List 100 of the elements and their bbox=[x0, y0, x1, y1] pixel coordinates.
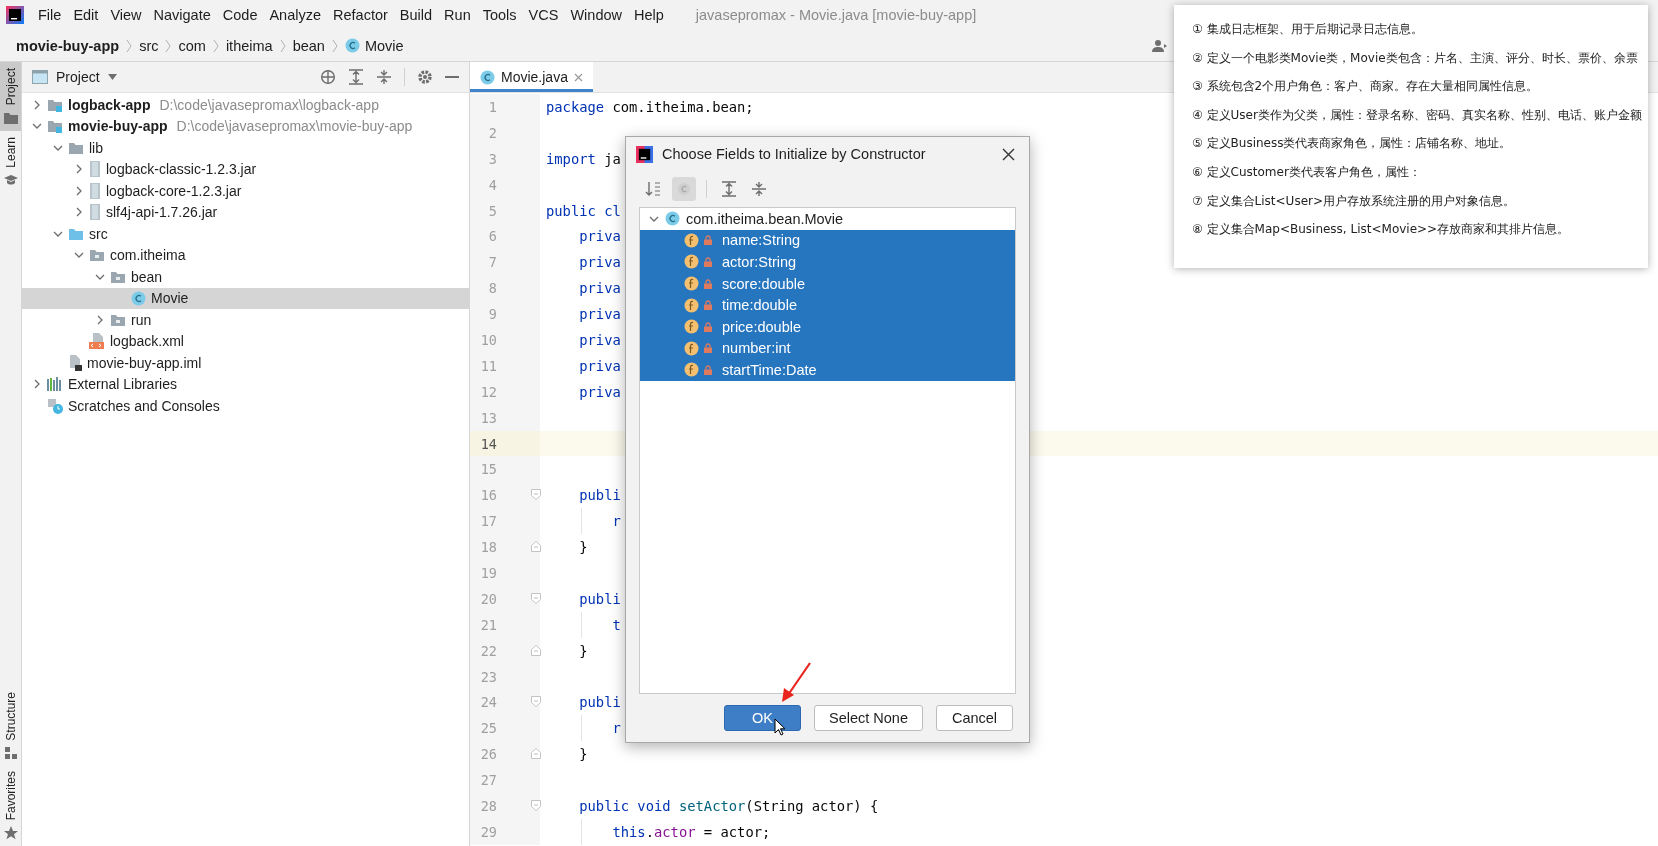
field-item[interactable]: startTime:Date bbox=[640, 359, 1015, 381]
tree-item[interactable]: bean bbox=[22, 266, 469, 288]
line-number: 2 bbox=[487, 124, 497, 141]
package-icon bbox=[89, 248, 105, 263]
field-item[interactable]: name:String bbox=[640, 229, 1015, 252]
chevron-icon bbox=[165, 38, 172, 53]
locate-icon[interactable] bbox=[320, 69, 336, 85]
breadcrumb-item[interactable]: Movie bbox=[338, 37, 410, 54]
menu-item[interactable]: Build bbox=[393, 7, 439, 23]
breadcrumb-item[interactable]: bean bbox=[286, 37, 331, 54]
field-icon bbox=[684, 232, 699, 248]
menu-item[interactable]: Run bbox=[438, 7, 477, 23]
chevron-icon[interactable] bbox=[95, 314, 105, 325]
tree-item[interactable]: logback-app D:\code\javasepromax\logback-app bbox=[22, 94, 469, 116]
tool-window-tab[interactable]: Learn bbox=[0, 131, 21, 193]
source-folder-icon bbox=[68, 226, 84, 241]
field-item[interactable]: score:double bbox=[640, 272, 1015, 295]
panel-title[interactable]: Project bbox=[56, 69, 100, 85]
field-item[interactable]: time:double bbox=[640, 294, 1015, 316]
line-number: 16 bbox=[479, 487, 497, 504]
code-line: priva bbox=[578, 228, 621, 245]
folder-icon bbox=[68, 140, 84, 155]
tool-window-tab[interactable]: Structure bbox=[0, 685, 21, 765]
expand-all-icon[interactable] bbox=[348, 69, 364, 85]
menu-item[interactable]: Refactor bbox=[327, 7, 394, 23]
tree-item[interactable]: Movie bbox=[22, 287, 469, 309]
collapse-all-icon[interactable] bbox=[376, 69, 392, 85]
folder-icon bbox=[2, 111, 19, 126]
chevron-icon[interactable] bbox=[74, 185, 84, 196]
chevron-icon[interactable] bbox=[32, 379, 42, 390]
user-icon[interactable] bbox=[1152, 38, 1168, 53]
class-filter-icon bbox=[677, 182, 691, 196]
lock-icon bbox=[704, 343, 712, 354]
tree-item[interactable]: Scratches and Consoles bbox=[22, 395, 469, 417]
field-icon bbox=[684, 319, 699, 335]
tree-item[interactable]: lib bbox=[22, 137, 469, 159]
chevron-icon bbox=[279, 38, 286, 53]
line-number: 24 bbox=[479, 694, 497, 711]
note-line: ⑦ 定义集合List<User>用户存放系统注册的用户对象信息。 bbox=[1192, 192, 1516, 210]
tree-item[interactable]: logback.xml bbox=[22, 330, 469, 352]
tool-window-tab[interactable]: Favorites bbox=[0, 764, 21, 846]
breadcrumb-item[interactable]: com bbox=[172, 37, 212, 54]
line-number: 15 bbox=[479, 461, 497, 478]
class-icon bbox=[344, 38, 360, 53]
tree-item[interactable]: run bbox=[22, 309, 469, 331]
line-number: 22 bbox=[479, 642, 497, 659]
menu-item[interactable]: VCS bbox=[522, 7, 565, 23]
chevron-icon[interactable] bbox=[74, 164, 84, 175]
line-number: 1 bbox=[487, 98, 497, 115]
class-icon bbox=[131, 290, 146, 306]
tree-item[interactable]: movie-buy-app D:\code\javasepromax\movie-buy-app bbox=[22, 115, 469, 137]
note-line: ① 集成日志框架、用于后期记录日志信息。 bbox=[1192, 21, 1424, 38]
breadcrumb-item[interactable]: itheima bbox=[219, 37, 279, 54]
chevron-icon[interactable] bbox=[74, 207, 84, 218]
class-icon bbox=[480, 69, 495, 85]
menu-item[interactable]: View bbox=[104, 7, 148, 23]
menu-item[interactable]: Help bbox=[628, 7, 670, 23]
dialog-button[interactable]: Cancel bbox=[936, 705, 1013, 731]
menu-item[interactable]: Window bbox=[564, 7, 628, 23]
menu-item[interactable]: Code bbox=[216, 7, 264, 23]
tool-window-tab[interactable]: Project bbox=[0, 62, 21, 132]
field-item[interactable]: price:double bbox=[640, 315, 1015, 338]
tree-item[interactable]: com.itheima bbox=[22, 244, 469, 266]
project-path: D:\code\javasepromax\logback-app bbox=[159, 96, 379, 113]
breadcrumb-item[interactable]: movie-buy-app bbox=[10, 37, 126, 54]
menu-item[interactable]: Tools bbox=[476, 7, 523, 23]
ok-button[interactable]: OK bbox=[724, 705, 801, 731]
tree-item[interactable]: com.itheima.bean.Movie bbox=[640, 208, 1015, 230]
breadcrumb-item[interactable]: src bbox=[133, 37, 165, 54]
tree-item[interactable]: External Libraries bbox=[22, 373, 469, 395]
line-number: 25 bbox=[479, 720, 497, 737]
line-number: 5 bbox=[487, 202, 497, 219]
minimize-icon[interactable] bbox=[445, 75, 459, 79]
package-icon bbox=[110, 312, 126, 327]
settings-icon[interactable] bbox=[417, 69, 433, 85]
menu-item[interactable]: Analyze bbox=[263, 7, 328, 23]
menu-item[interactable]: Navigate bbox=[147, 7, 217, 23]
tree-item[interactable]: movie-buy-app.iml bbox=[22, 352, 469, 374]
dialog-button[interactable]: Select None bbox=[814, 705, 923, 731]
line-number: 3 bbox=[487, 150, 497, 167]
tree-item[interactable]: src bbox=[22, 223, 469, 245]
code-line: this.actor = actor; bbox=[611, 823, 771, 840]
graduation-cap-icon bbox=[3, 174, 18, 187]
code-line: import ja bbox=[546, 150, 621, 167]
field-item[interactable]: actor:String bbox=[640, 251, 1015, 273]
menu-item[interactable]: File bbox=[32, 7, 68, 23]
tree-item[interactable]: logback-core-1.2.3.jar bbox=[22, 180, 469, 202]
app-logo-icon[interactable] bbox=[6, 6, 24, 24]
close-icon[interactable] bbox=[1002, 147, 1015, 161]
code-line: } bbox=[578, 746, 588, 763]
field-item[interactable]: number:int bbox=[640, 337, 1015, 360]
menu-item[interactable]: Edit bbox=[67, 7, 105, 23]
tree-item[interactable]: logback-classic-1.2.3.jar bbox=[22, 158, 469, 180]
editor-tab[interactable]: Movie.java bbox=[470, 62, 593, 92]
cursor-icon bbox=[774, 718, 786, 736]
dropdown-caret-icon[interactable] bbox=[107, 74, 117, 80]
chevron-icon[interactable] bbox=[32, 99, 42, 110]
code-line: r bbox=[611, 720, 621, 737]
chevron-icon bbox=[331, 38, 338, 53]
tree-item[interactable]: slf4j-api-1.7.26.jar bbox=[22, 201, 469, 223]
